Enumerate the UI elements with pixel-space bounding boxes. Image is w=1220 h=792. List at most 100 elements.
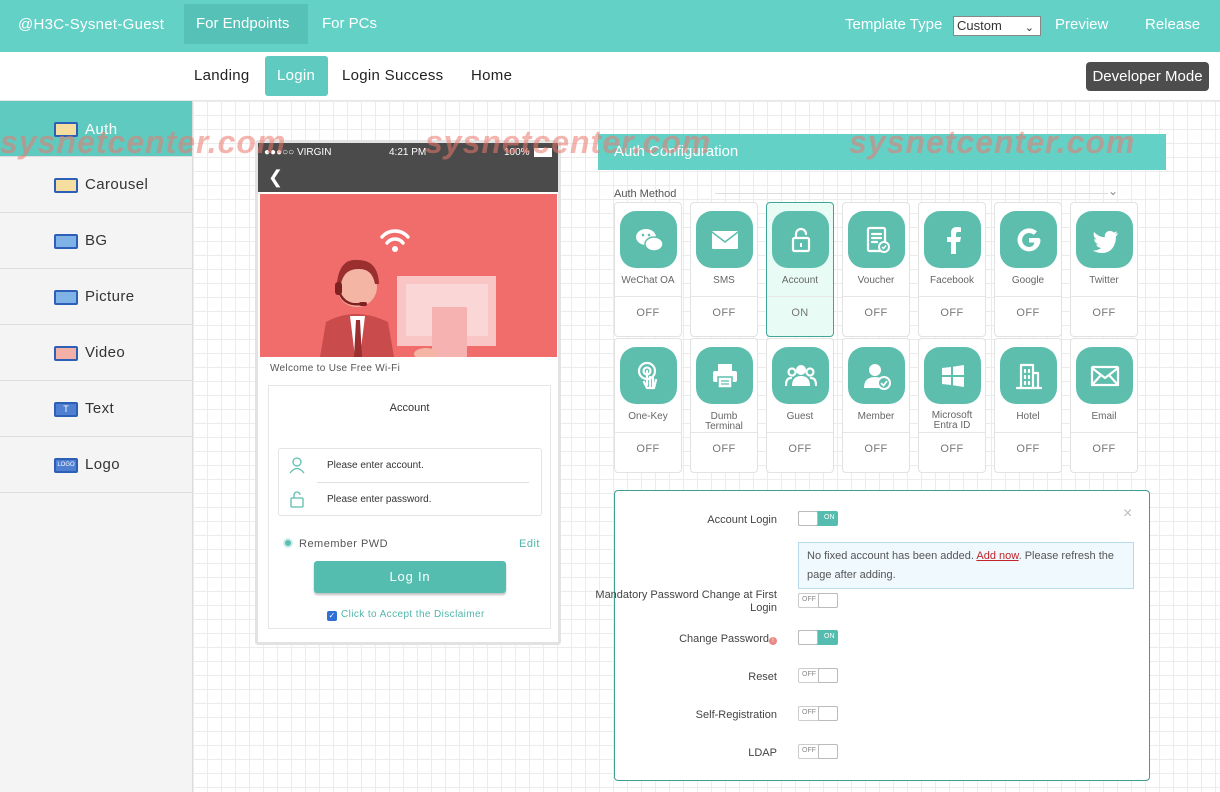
sidebar-item-carousel[interactable]: Carousel [0,157,192,213]
no-account-notice: No fixed account has been added. Add now… [798,542,1134,589]
disclaimer-checkbox[interactable]: ✓ Click to Accept the Disclaimer [327,609,485,621]
change-password-row: Change Password! [577,633,777,646]
change-password-label: Change Password [679,633,769,645]
edit-link[interactable]: Edit [519,538,540,550]
template-type-select[interactable]: Custom ⌄ [953,16,1041,36]
password-placeholder: Please enter password. [327,494,432,505]
account-input[interactable]: Please enter account. [279,449,541,482]
sidebar-item-text[interactable]: T Text [0,381,192,437]
site-brand: @H3C-Sysnet-Guest [18,16,165,33]
auth-method-wechat-oa[interactable]: WeChat OA OFF [614,202,682,337]
auth-method-hotel[interactable]: Hotel OFF [994,338,1062,473]
touch-icon [620,347,677,404]
sidebar-item-bg[interactable]: BG [0,213,192,269]
release-link[interactable]: Release [1145,16,1200,33]
tab-login-success[interactable]: Login Success [330,56,455,96]
auth-method-google[interactable]: Google OFF [994,202,1062,337]
auth-method-dumb-terminal[interactable]: Dumb Terminal OFF [690,338,758,473]
phone-nav-bar: ❮ [258,163,558,192]
auth-method-member[interactable]: Member OFF [842,338,910,473]
auth-method-state: OFF [712,443,736,455]
auth-method-name: Member [857,411,895,422]
auth-method-state: OFF [636,307,660,319]
auth-method-voucher[interactable]: Voucher OFF [842,202,910,337]
auth-method-state: OFF [864,443,888,455]
remember-password-option[interactable]: Remember PWD [283,538,388,550]
sidebar-item-label: Carousel [85,176,149,193]
tab-for-endpoints[interactable]: For Endpoints [184,4,308,44]
self-registration-toggle[interactable]: OFF [798,706,838,721]
auth-method-state: OFF [1092,307,1116,319]
remember-label: Remember PWD [299,538,389,550]
add-now-link[interactable]: Add now [976,550,1018,562]
auth-method-name: Voucher [857,275,895,286]
collapse-chevron-icon[interactable]: ⌄ [1108,184,1118,198]
password-input[interactable]: Please enter password. [279,483,541,516]
auth-method-state: OFF [788,443,812,455]
auth-method-state: OFF [940,307,964,319]
disclaimer-label: Click to Accept the Disclaimer [341,609,485,620]
checkbox-checked-icon[interactable]: ✓ [327,611,337,621]
divider [691,296,757,297]
auth-method-microsoft-entra-id[interactable]: Microsoft Entra ID OFF [918,338,986,473]
auth-method-state: OFF [712,307,736,319]
video-icon [54,346,78,361]
watermark-text: sysnetcenter.com [425,124,712,160]
ldap-toggle[interactable]: OFF [798,744,838,759]
divider [1071,296,1137,297]
text-icon: T [54,402,78,417]
auth-method-account[interactable]: Account ON [766,202,834,337]
auth-method-facebook[interactable]: Facebook OFF [918,202,986,337]
login-card-title: Account [389,402,430,414]
change-password-toggle[interactable]: ON [798,630,838,645]
auth-method-email[interactable]: Email OFF [1070,338,1138,473]
mandatory-password-change-label: Mandatory Password Change at First Login [595,589,777,614]
voucher-icon [848,211,905,268]
printer-icon [696,347,753,404]
tab-for-pcs[interactable]: For PCs [310,4,389,44]
info-icon[interactable]: ! [769,637,777,645]
sidebar-item-picture[interactable]: Picture [0,269,192,325]
mandatory-password-change-toggle[interactable]: OFF [798,593,838,608]
auth-method-twitter[interactable]: Twitter OFF [1070,202,1138,337]
facebook-icon [924,211,981,268]
developer-mode-button[interactable]: Developer Mode [1086,62,1209,91]
divider [691,432,757,433]
wechat-icon [620,211,677,268]
auth-method-name: Dumb Terminal [705,411,743,432]
clock-text: 4:21 PM [389,147,427,158]
watermark-text: sysnetcenter.com [849,124,1136,160]
lock-icon [772,211,829,268]
sidebar-item-label: Logo [85,456,120,473]
auth-method-state: OFF [940,443,964,455]
auth-method-name: One-Key [628,411,668,422]
preview-link[interactable]: Preview [1055,16,1108,33]
auth-method-name: Google [1011,275,1045,286]
sidebar-item-label: Video [85,344,126,361]
divider [615,296,681,297]
google-icon [1000,211,1057,268]
tab-login[interactable]: Login [265,56,328,96]
building-icon [1000,347,1057,404]
close-icon[interactable]: × [1123,505,1132,523]
sidebar-item-logo[interactable]: LOGO Logo [0,437,192,493]
tab-home[interactable]: Home [459,56,524,96]
reset-label: Reset [748,671,777,683]
ldap-label: LDAP [748,747,777,759]
divider [919,432,985,433]
lock-icon [290,491,304,508]
welcome-text: Welcome to Use Free Wi-Fi [270,363,401,374]
auth-method-sms[interactable]: SMS OFF [690,202,758,337]
back-arrow-icon[interactable]: ❮ [268,167,283,188]
auth-method-state: OFF [1016,307,1040,319]
account-login-toggle[interactable]: ON [798,511,838,526]
radio-dot-icon [283,538,293,548]
sidebar-item-video[interactable]: Video [0,325,192,381]
divider [843,296,909,297]
reset-toggle[interactable]: OFF [798,668,838,683]
log-in-button[interactable]: Log In [314,561,506,593]
tab-landing[interactable]: Landing [182,56,262,96]
sidebar-item-label: Text [85,400,115,417]
auth-method-guest[interactable]: Guest OFF [766,338,834,473]
auth-method-one-key[interactable]: One-Key OFF [614,338,682,473]
